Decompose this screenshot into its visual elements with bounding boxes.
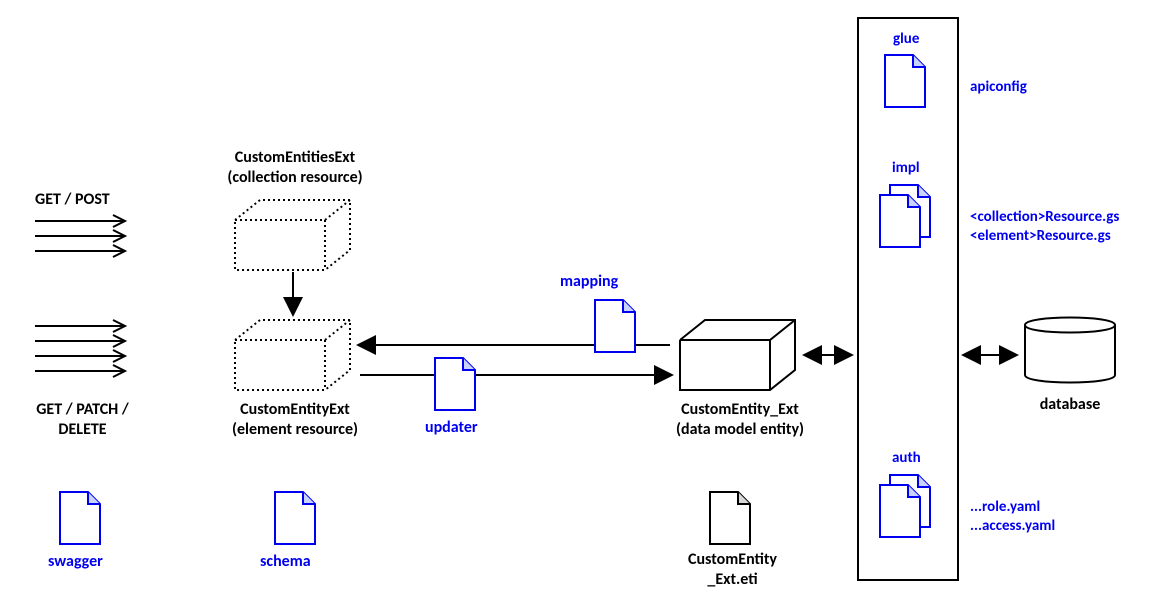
schema-label: schema <box>260 552 311 572</box>
impl-files-label: <collection>Resource.gs <element>Resourc… <box>970 208 1119 246</box>
mapping-label: mapping <box>560 272 618 292</box>
updater-file-icon <box>435 358 475 410</box>
auth-files-label: ...role.yaml ...access.yaml <box>970 498 1055 536</box>
collection-resource-box <box>235 200 350 270</box>
data-model-entity-label: CustomEntity_Ext (data model entity) <box>650 400 830 440</box>
get-patch-delete-arrows <box>35 320 125 377</box>
glue-file-icon <box>885 55 925 107</box>
database-cylinder-icon <box>1025 318 1115 383</box>
element-resource-box <box>235 320 350 390</box>
glue-label: glue <box>893 30 919 49</box>
schema-file-icon <box>275 492 315 544</box>
entity-eti-label: CustomEntity _Ext.eti <box>670 550 795 590</box>
impl-label: impl <box>892 159 920 178</box>
get-patch-delete-label: GET / PATCH / DELETE <box>25 400 140 440</box>
swagger-label: swagger <box>48 552 103 572</box>
data-model-entity-box <box>680 320 795 390</box>
get-post-label: GET / POST <box>35 190 110 210</box>
auth-files-icon <box>880 475 930 537</box>
collection-resource-label: CustomEntitiesExt (collection resource) <box>195 148 395 188</box>
database-label: database <box>1025 395 1115 415</box>
swagger-file-icon <box>60 492 100 544</box>
mapping-file-icon <box>595 300 635 352</box>
apiconfig-label: apiconfig <box>970 78 1027 97</box>
element-resource-label: CustomEntityExt (element resource) <box>195 400 395 440</box>
impl-files-icon <box>880 185 930 247</box>
updater-label: updater <box>425 418 478 438</box>
get-post-arrows <box>35 215 125 257</box>
entity-eti-file-icon <box>710 492 750 544</box>
auth-label: auth <box>892 449 921 468</box>
